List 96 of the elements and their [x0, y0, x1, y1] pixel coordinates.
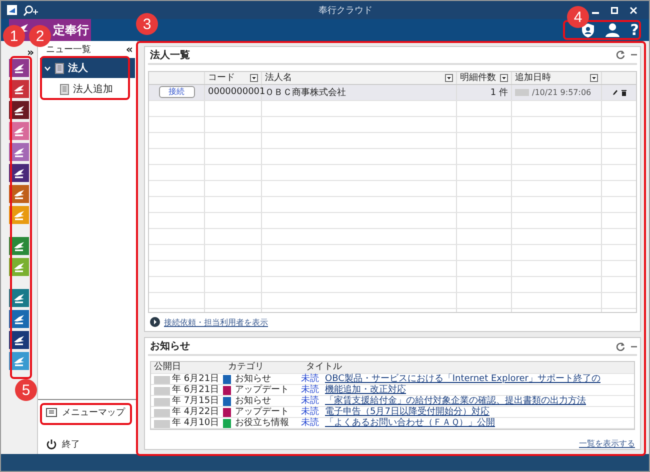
- column-header: 法人名: [265, 72, 293, 84]
- bird-icon: [13, 104, 25, 116]
- redacted-mark: [154, 386, 170, 394]
- table-cell-text: 年 7月15日: [172, 396, 220, 406]
- table-cell-text: お役立ち情報: [235, 418, 290, 429]
- product-button[interactable]: [9, 289, 29, 307]
- exit-button[interactable]: 終了: [40, 434, 135, 454]
- panel-title: 法人一覧: [150, 48, 191, 62]
- menu-map-button[interactable]: メニューマップ: [40, 404, 135, 420]
- table-cell-text: アップデート: [235, 407, 290, 418]
- status-label: 未読: [301, 407, 320, 418]
- table-cell-text: 年 6月21日: [172, 374, 220, 384]
- table-cell-text: アップデート: [235, 385, 290, 396]
- redacted-mark: [154, 376, 170, 384]
- minimize-icon[interactable]: [631, 53, 637, 56]
- close-icon[interactable]: [630, 6, 637, 14]
- window-title: 奉行クラウド: [318, 4, 374, 16]
- app-icon: [7, 5, 17, 15]
- filter-icon[interactable]: [590, 74, 598, 82]
- table-cell: 年 4月10日: [172, 418, 220, 429]
- bird-icon: [13, 168, 25, 178]
- notice-link[interactable]: 「家賃支援給付金」の給付対象企業の確認、提出書類の出力方法: [325, 396, 634, 407]
- notice-link[interactable]: 「よくあるお問い合わせ（ＦＡＱ）」公開: [325, 418, 634, 429]
- refresh-icon[interactable]: [616, 50, 625, 60]
- menu-title: ニュー一覧: [46, 44, 91, 57]
- expand-button[interactable]: »: [27, 47, 34, 58]
- search-icon[interactable]: [23, 4, 39, 16]
- table-row[interactable]: 接続 0000000001 ＯＢＣ商事株式会社 1 件 /10/21 9:57:06: [149, 84, 636, 101]
- minimize-icon[interactable]: [631, 344, 637, 348]
- notice-link[interactable]: 電子申告（5月7日以降受付開始分）対応: [325, 407, 634, 418]
- arrow-circle-icon[interactable]: [150, 317, 160, 328]
- column-header: 公開日: [154, 362, 182, 373]
- product-button[interactable]: [9, 331, 29, 349]
- connect-button[interactable]: 接続: [158, 86, 194, 98]
- product-button[interactable]: [9, 101, 29, 119]
- column-header: タイトル: [306, 362, 343, 373]
- table-cell-text: 年 6月21日: [172, 385, 220, 396]
- table-cell-text: お知らせ: [235, 396, 272, 406]
- chevron-down-icon[interactable]: [44, 64, 51, 72]
- bird-icon: [13, 62, 25, 74]
- building-icon: [55, 62, 64, 74]
- status-label: 未読: [301, 385, 320, 396]
- redacted-mark: [154, 398, 170, 406]
- link[interactable]: 接続依頼・担当利用者を表示: [164, 316, 268, 328]
- product-button[interactable]: [9, 164, 29, 182]
- status-label: 未読: [301, 396, 320, 406]
- refresh-icon[interactable]: [616, 342, 625, 350]
- bird-icon: [13, 210, 25, 220]
- table-cell-text: ＯＢＣ商事株式会社: [265, 86, 346, 99]
- bird-icon: [13, 126, 25, 136]
- table-cell: 0000000001: [208, 87, 266, 98]
- product-button[interactable]: [9, 59, 29, 77]
- table-cell-text: 年 4月22日: [172, 407, 220, 418]
- bird-icon: [13, 84, 25, 94]
- collapse-button[interactable]: «: [126, 43, 133, 58]
- user-icon[interactable]: [605, 23, 620, 37]
- bird-icon: [13, 262, 25, 272]
- filter-icon[interactable]: [500, 74, 508, 82]
- column-header: コード: [208, 72, 236, 84]
- list-icon: [46, 408, 57, 416]
- column-header: カテゴリ: [228, 362, 265, 373]
- trash-icon[interactable]: [620, 88, 626, 96]
- panel-title: お知らせ: [150, 340, 191, 353]
- bird-icon: [13, 356, 25, 366]
- power-icon: [46, 438, 57, 450]
- bird-icon: [13, 188, 25, 200]
- column-header: 追加日時: [515, 72, 552, 84]
- building-icon: [60, 84, 69, 94]
- maximize-icon[interactable]: [611, 6, 618, 14]
- table-cell-text: お知らせ: [235, 374, 272, 384]
- redacted-mark: [154, 420, 170, 428]
- filter-icon[interactable]: [250, 74, 258, 82]
- menu-item[interactable]: 法人追加: [40, 78, 135, 100]
- column-header: 明細件数: [460, 72, 497, 84]
- table-cell-text: 1 件: [490, 86, 508, 99]
- status-label: 未読: [301, 374, 320, 384]
- status-label: 未読: [301, 418, 320, 429]
- notice-link[interactable]: 機能追加・改正対応: [325, 385, 634, 396]
- bird-icon: [13, 334, 25, 346]
- notice-link[interactable]: OBC製品・サービスにおける「Internet Explorer」サポート終了の: [325, 374, 634, 385]
- bird-icon: [13, 240, 25, 252]
- bird-icon: [13, 292, 25, 304]
- bird-icon: [13, 314, 25, 324]
- help-button[interactable]: ?: [630, 22, 639, 38]
- filter-icon[interactable]: [445, 74, 453, 82]
- redacted-mark: [515, 88, 529, 96]
- product-button[interactable]: [9, 310, 29, 328]
- product-name: 定奉行: [53, 22, 89, 38]
- bird-icon: [13, 146, 25, 158]
- menu-item[interactable]: 法人: [40, 58, 135, 78]
- redacted-mark: [154, 408, 170, 416]
- link[interactable]: 一覧を表示する: [579, 438, 635, 449]
- pencil-icon[interactable]: [612, 88, 618, 96]
- shield-user-icon[interactable]: [581, 22, 596, 38]
- table-cell: /10/21 9:57:06: [532, 88, 592, 97]
- product-button[interactable]: [9, 80, 29, 98]
